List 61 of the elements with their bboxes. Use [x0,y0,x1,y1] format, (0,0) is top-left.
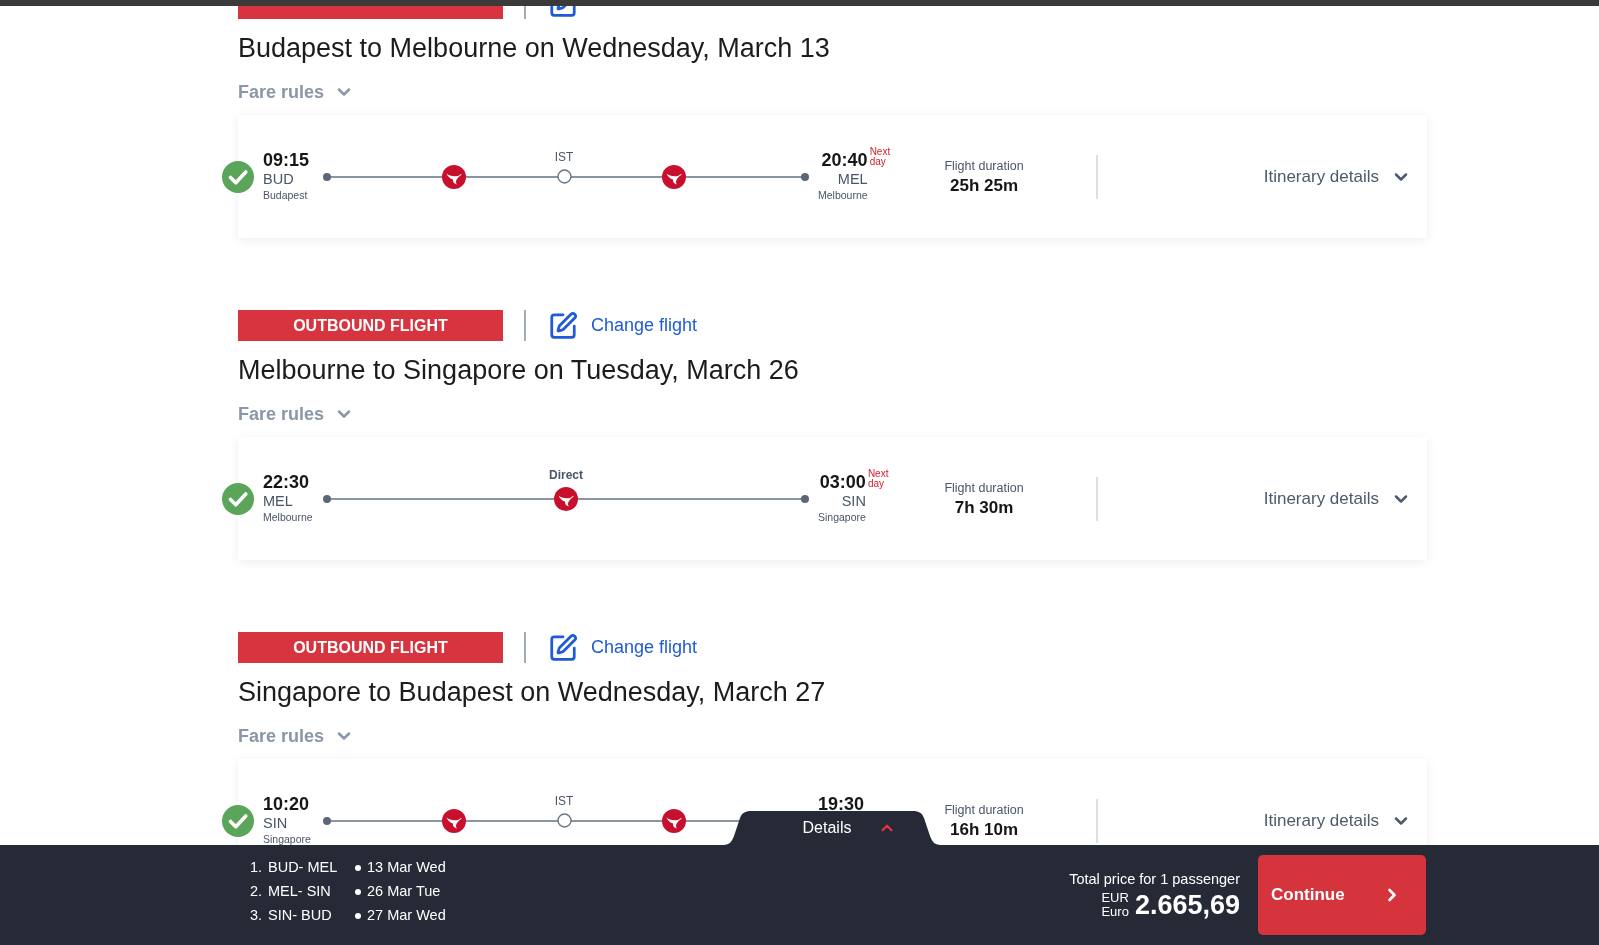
summary-route: SIN- BUD [268,906,333,926]
segment-title: Melbourne to Singapore on Tuesday, March 26 [238,354,800,387]
arrival-city: Singapore [818,510,866,525]
total-price: 2.665,69 [1134,889,1240,921]
flight-badge: OUTBOUND FLIGHT [238,310,503,341]
arrival-code: MEL [837,170,868,188]
change-flight-link[interactable]: Change flight [547,632,698,663]
airline-logo-icon [554,486,578,511]
summary-index: 1. [250,858,264,878]
summary-route: BUD- MEL [268,858,339,878]
departure-code: BUD [263,170,295,188]
departure-city: Melbourne [263,510,314,525]
edit-icon [547,632,579,663]
duration-label: Flight duration [944,157,1024,175]
next-day-note: Next day [867,469,890,489]
change-flight-text: Change flight [591,314,698,337]
airline-logo-icon [662,808,686,833]
summary-date: 26 Mar Tue [367,882,441,902]
currency-name: Euro [1101,905,1129,919]
arrival-code: SIN [841,492,866,510]
stop-label: IST [554,149,574,165]
stopover-circle-icon [556,169,572,184]
stopover-circle-icon [556,813,572,828]
departure-time: 22:30 [263,472,311,492]
duration-value: 25h 25m [949,174,1018,197]
summary-index: 3. [250,906,264,926]
currency-code: EUR [1101,891,1129,905]
duration-label: Flight duration [944,801,1024,819]
airline-logo-icon [442,808,466,833]
departure-time: 09:15 [263,150,311,170]
arrival-city: Melbourne [818,188,868,203]
segment-title: Singapore to Budapest on Wednesday, March 27 [238,676,827,709]
departure-city: Singapore [263,832,312,847]
summary-index: 2. [250,882,264,902]
itinerary-details-toggle[interactable]: Itinerary details [1263,807,1411,834]
next-day-note: Next day [869,147,892,167]
departure-code: MEL [263,492,294,510]
stop-label: IST [554,793,574,809]
departure-time: 10:20 [263,794,311,814]
duration-value: 16h 10m [949,818,1018,841]
summary-date: 27 Mar Wed [367,906,446,926]
arrival-time: 20:40 [821,150,868,170]
edit-icon [547,310,579,341]
itinerary-details-toggle[interactable]: Itinerary details [1263,163,1411,190]
summary-route: MEL- SIN [268,882,332,902]
duration-label: Flight duration [944,479,1024,497]
price-caption: Total price for 1 passenger [1069,870,1240,889]
change-flight-link[interactable]: Change flight [547,310,698,341]
airline-logo-icon [442,164,466,189]
flight-badge: OUTBOUND FLIGHT [238,632,503,663]
departure-city: Budapest [263,188,309,203]
airline-logo-icon [662,164,686,189]
change-flight-text: Change flight [591,636,698,659]
continue-button[interactable]: Continue [1258,855,1426,935]
itinerary-details-toggle[interactable]: Itinerary details [1263,485,1411,512]
summary-date: 13 Mar Wed [367,858,446,878]
departure-code: SIN [263,814,289,832]
stop-label: Direct [549,466,583,483]
duration-value: 7h 30m [954,496,1014,519]
arrival-time: 03:00 [819,472,866,492]
segment-title: Budapest to Melbourne on Wednesday, March 13 [238,32,831,65]
